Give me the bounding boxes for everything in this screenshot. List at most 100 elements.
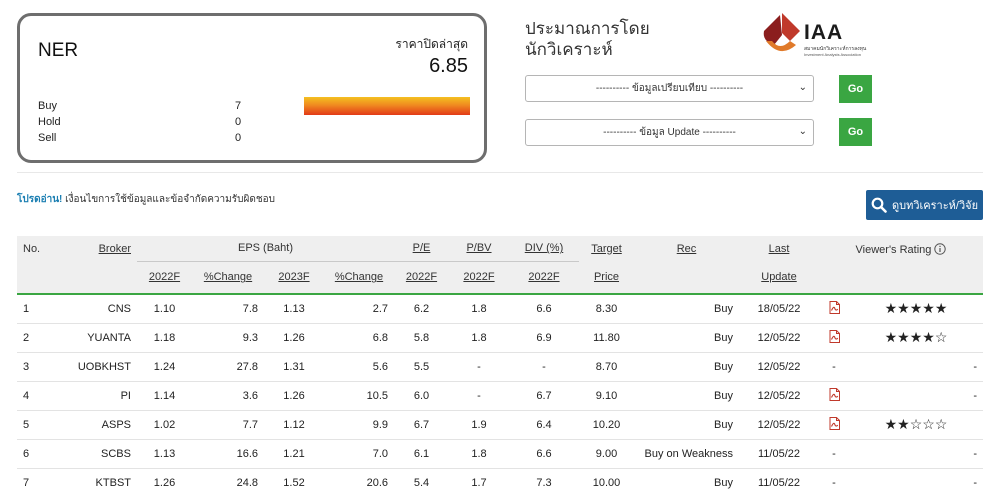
cell-target: 10.00 — [579, 468, 634, 496]
col-eps-change2[interactable]: %Change — [324, 260, 394, 295]
cell-pbv: 1.9 — [449, 410, 509, 440]
pdf-icon[interactable] — [819, 381, 849, 411]
pdf-icon[interactable] — [819, 294, 849, 324]
hold-count-row: Hold 0 — [38, 116, 248, 128]
cell-target: 8.70 — [579, 352, 634, 382]
cell-no: 5 — [17, 410, 67, 440]
disclaimer-notice[interactable]: โปรดอ่าน! เงื่อนไขการใช้ข้อมูลและข้อจำกั… — [17, 192, 275, 207]
cell-broker: CNS — [67, 294, 137, 324]
update-go-button[interactable]: Go — [839, 118, 872, 146]
cell-pbv: - — [449, 381, 509, 411]
col-rating: Viewer's Rating — [819, 236, 983, 295]
chevron-down-icon: ⌄ — [798, 126, 807, 137]
col-last-update: Update — [739, 261, 819, 295]
cell-update: 12/05/22 — [739, 323, 819, 353]
table-row: 3 UOBKHST 1.24 27.8 1.31 5.6 5.5- -8.70 Buy 12/05… — [17, 352, 983, 382]
col-div[interactable]: DIV (%) — [509, 236, 579, 261]
cell-rating: - — [849, 468, 983, 496]
hold-count: 0 — [235, 116, 242, 128]
col-broker[interactable]: Broker — [67, 236, 137, 261]
table-row: 5 ASPS 1.02 7.7 1.12 9.9 6.7 1.9 6.4 10.20 Buy 12/0… — [17, 410, 983, 440]
cell-rec: Buy — [634, 381, 739, 411]
cell-target: 10.20 — [579, 410, 634, 440]
col-eps: EPS (Baht) — [137, 236, 394, 261]
cell-pe: 6.7 — [394, 410, 449, 440]
sell-count-row: Sell 0 — [38, 132, 248, 144]
pdf-icon[interactable] — [819, 410, 849, 440]
iaa-logo: IAA สมาคมนักวิเคราะห์การลงทุน Investment… — [760, 11, 890, 61]
star-rating[interactable]: ★★★★★ — [849, 294, 983, 324]
pdf-icon[interactable] — [819, 323, 849, 353]
col-last[interactable]: Last — [739, 236, 819, 261]
cell-update: 11/05/22 — [739, 468, 819, 496]
buy-count: 7 — [235, 100, 242, 112]
cell-update: 18/05/22 — [739, 294, 819, 324]
cell-target: 9.10 — [579, 381, 634, 411]
cell-broker: UOBKHST — [67, 352, 137, 382]
comparison-go-button[interactable]: Go — [839, 75, 872, 103]
comparison-data-select[interactable]: ---------- ข้อมูลเปรียบเทียบ ---------- … — [525, 75, 814, 102]
star-rating[interactable]: ★★★★☆ — [849, 323, 983, 353]
disclaimer-text: เงื่อนไขการใช้ข้อมูลและข้อจำกัดความรับผิ… — [62, 194, 275, 205]
cell-pe: 6.1 — [394, 439, 449, 469]
col-target-price: Price — [579, 261, 634, 295]
cell-chg2: 6.8 — [324, 323, 394, 353]
col-pe[interactable]: P/E — [394, 236, 449, 261]
cell-broker: KTBST — [67, 468, 137, 496]
cell-pe: 6.0 — [394, 381, 449, 411]
cell-no: 3 — [17, 352, 67, 382]
cell-chg1: 27.8 — [192, 352, 264, 382]
cell-rec: Buy — [634, 352, 739, 382]
cell-pe: 5.4 — [394, 468, 449, 496]
cell-rating: - — [849, 439, 983, 469]
cell-report: - — [819, 439, 849, 469]
cell-broker: SCBS — [67, 439, 137, 469]
iaa-logo-mark-icon — [763, 13, 800, 52]
cell-eps22: 1.24 — [137, 352, 192, 382]
col-div-2022: 2022F — [509, 260, 579, 295]
col-rec[interactable]: Rec — [634, 236, 739, 261]
col-eps-2022[interactable]: 2022F — [137, 260, 192, 295]
cell-report: - — [819, 468, 849, 496]
cell-broker: YUANTA — [67, 323, 137, 353]
hold-label: Hold — [38, 116, 61, 128]
cell-target: 11.80 — [579, 323, 634, 353]
buy-count-row: Buy 7 — [38, 100, 248, 112]
buy-label: Buy — [38, 100, 57, 112]
col-eps-2023[interactable]: 2023F — [264, 260, 324, 295]
cell-no: 4 — [17, 381, 67, 411]
cell-target: 9.00 — [579, 439, 634, 469]
info-icon[interactable] — [934, 243, 947, 255]
cell-rec: Buy — [634, 323, 739, 353]
last-close-label: ราคาปิดล่าสุด — [395, 37, 468, 51]
cell-update: 12/05/22 — [739, 352, 819, 382]
cell-chg2: 2.7 — [324, 294, 394, 324]
cell-div: 6.6 — [509, 294, 579, 324]
cell-pbv: - — [449, 352, 509, 382]
cell-rec: Buy — [634, 468, 739, 496]
table-row: 4 PI 1.14 3.6 1.26 10.5 6.0-6.7 9.10 Buy 12/05/22… — [17, 381, 983, 411]
col-target[interactable]: Target — [579, 236, 634, 261]
cell-eps23: 1.21 — [264, 439, 324, 469]
cell-eps22: 1.02 — [137, 410, 192, 440]
col-eps-change1[interactable]: %Change — [192, 260, 264, 295]
cell-eps23: 1.26 — [264, 323, 324, 353]
col-pbv[interactable]: P/BV — [449, 236, 509, 261]
view-research-button[interactable]: ดูบทวิเคราะห์/วิจัย — [866, 190, 983, 220]
update-data-select[interactable]: ---------- ข้อมูล Update ---------- ⌄ — [525, 119, 814, 146]
sell-count: 0 — [235, 132, 242, 144]
cell-eps23: 1.12 — [264, 410, 324, 440]
cell-broker: ASPS — [67, 410, 137, 440]
cell-eps23: 1.52 — [264, 468, 324, 496]
cell-eps22: 1.14 — [137, 381, 192, 411]
col-no: No. — [17, 236, 67, 295]
cell-chg2: 20.6 — [324, 468, 394, 496]
view-research-label: ดูบทวิเคราะห์/วิจัย — [891, 200, 979, 212]
cell-div: 6.9 — [509, 323, 579, 353]
cell-chg1: 24.8 — [192, 468, 264, 496]
star-rating[interactable]: ★★☆☆☆ — [849, 410, 983, 440]
please-read-link[interactable]: โปรดอ่าน! — [17, 194, 62, 205]
cell-pe: 5.8 — [394, 323, 449, 353]
col-rec-sub — [634, 261, 739, 295]
cell-chg2: 9.9 — [324, 410, 394, 440]
